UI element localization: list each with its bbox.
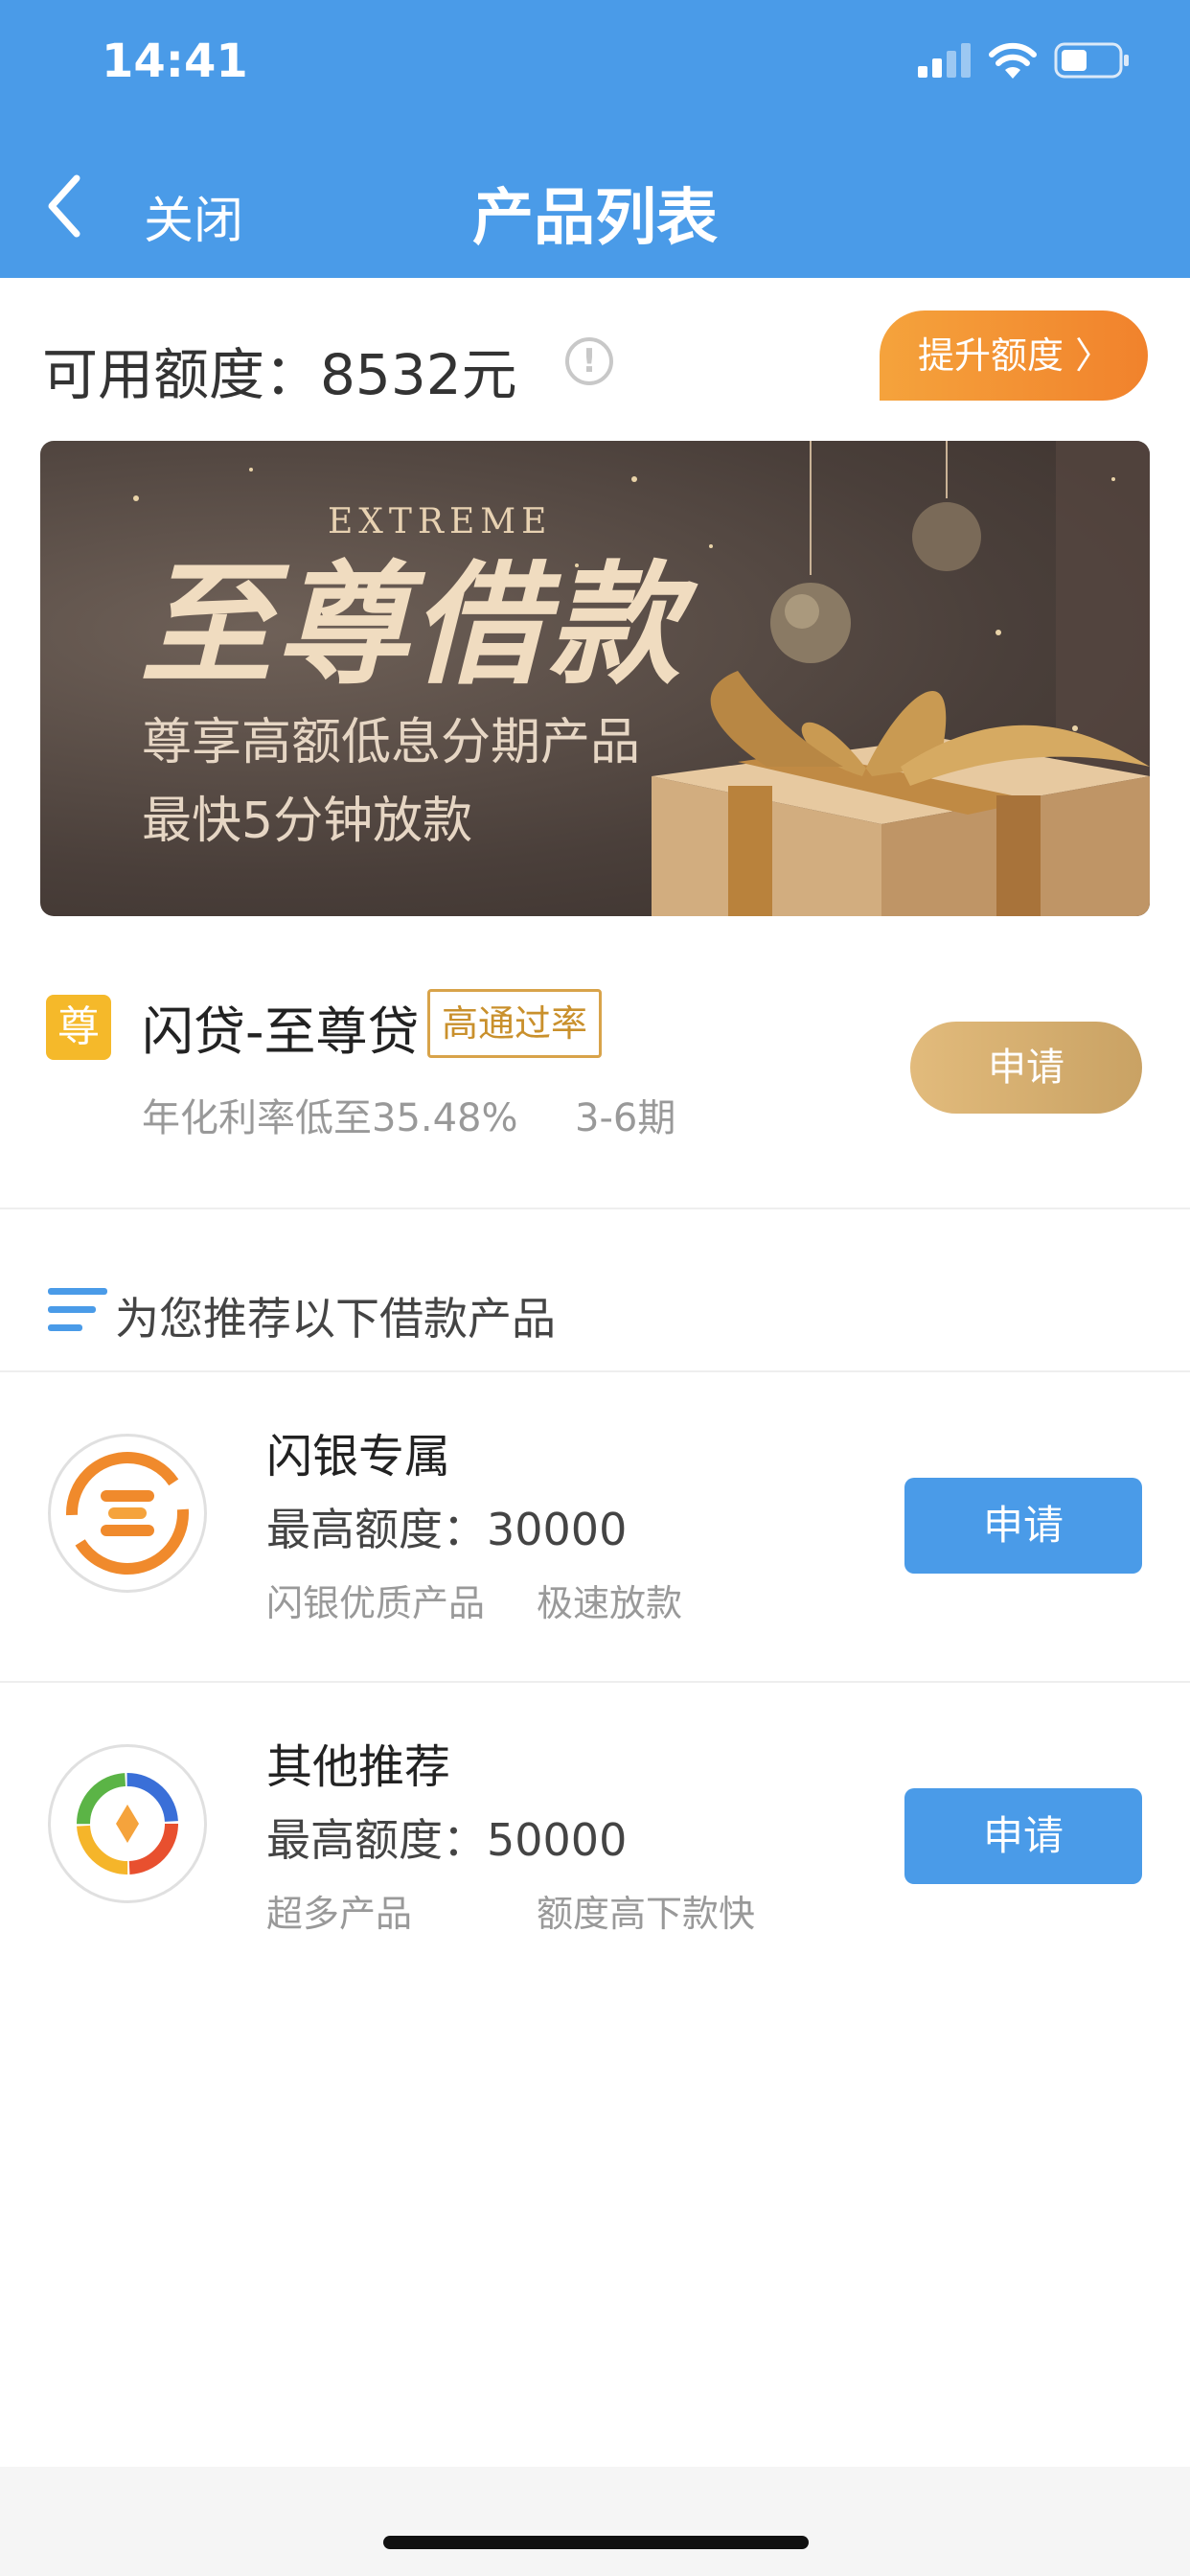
home-indicator[interactable] (383, 2536, 809, 2549)
product-feature: 额度高下款快 (537, 1893, 756, 1935)
banner-title: 至尊借款 (140, 546, 685, 702)
product-feature: 极速放款 (537, 1582, 683, 1624)
raise-limit-button[interactable]: 提升额度 〉 (880, 310, 1148, 401)
list-icon (48, 1288, 107, 1331)
vip-product-name: 闪贷-至尊贷 (142, 1001, 420, 1062)
header-bar: 14:41 关闭 产品列表 (0, 0, 1190, 278)
vip-product-tag: 高通过率 (427, 989, 603, 1058)
product-feature: 超多产品 (266, 1893, 413, 1935)
apply-button[interactable]: 申请 (904, 1478, 1142, 1574)
product-row: 闪银专属 最高额度：30000 闪银优质产品 极速放款 申请 (0, 1372, 1190, 1683)
apply-button[interactable]: 申请 (904, 1788, 1142, 1884)
product-name: 其他推荐 (266, 1740, 451, 1794)
status-icons (918, 42, 1131, 79)
signal-icon (918, 43, 971, 78)
gift-box-icon (652, 671, 1150, 916)
vip-product-row: 尊 闪贷-至尊贷 高通过率 年化利率低至35.48% 3-6期 申请 (0, 958, 1190, 1209)
shanyin-logo-icon (48, 1434, 207, 1593)
battery-icon (1054, 42, 1129, 79)
product-limit: 最高额度：30000 (266, 1504, 628, 1555)
wifi-icon (989, 42, 1037, 79)
info-icon[interactable]: ! (565, 337, 613, 385)
banner-subtitle-2: 最快5分钟放款 (142, 793, 473, 850)
status-time: 14:41 (102, 34, 248, 88)
credit-label: 可用额度： (42, 342, 321, 407)
vip-product-term: 3-6期 (575, 1096, 676, 1140)
product-feature: 闪银优质产品 (266, 1582, 486, 1624)
vip-product-rate: 年化利率低至35.48% (142, 1096, 518, 1140)
credit-row: 可用额度：8532元 ! 提升额度 〉 (42, 310, 1148, 418)
banner-subtitle-1: 尊享高额低息分期产品 (142, 714, 641, 771)
page-title: 产品列表 (472, 183, 718, 254)
colorful-ring-logo-icon (48, 1744, 207, 1903)
product-row: 其他推荐 最高额度：50000 超多产品 额度高下款快 申请 (0, 1683, 1190, 1993)
product-name: 闪银专属 (266, 1430, 451, 1484)
promo-banner[interactable]: EXTREME 至尊借款 尊享高额低息分期产品 最快5分钟放款 (40, 441, 1150, 916)
vip-apply-button[interactable]: 申请 (910, 1022, 1142, 1114)
recommend-label: 为您推荐以下借款产品 (115, 1293, 556, 1345)
vip-badge-icon: 尊 (46, 995, 111, 1060)
recommend-header: 为您推荐以下借款产品 (0, 1209, 1190, 1372)
bottom-safe-area (0, 2467, 1190, 2576)
credit-amount: 8532元 (320, 342, 517, 407)
product-limit: 最高额度：50000 (266, 1814, 628, 1866)
credit-label-group: 可用额度：8532元 (42, 330, 517, 410)
